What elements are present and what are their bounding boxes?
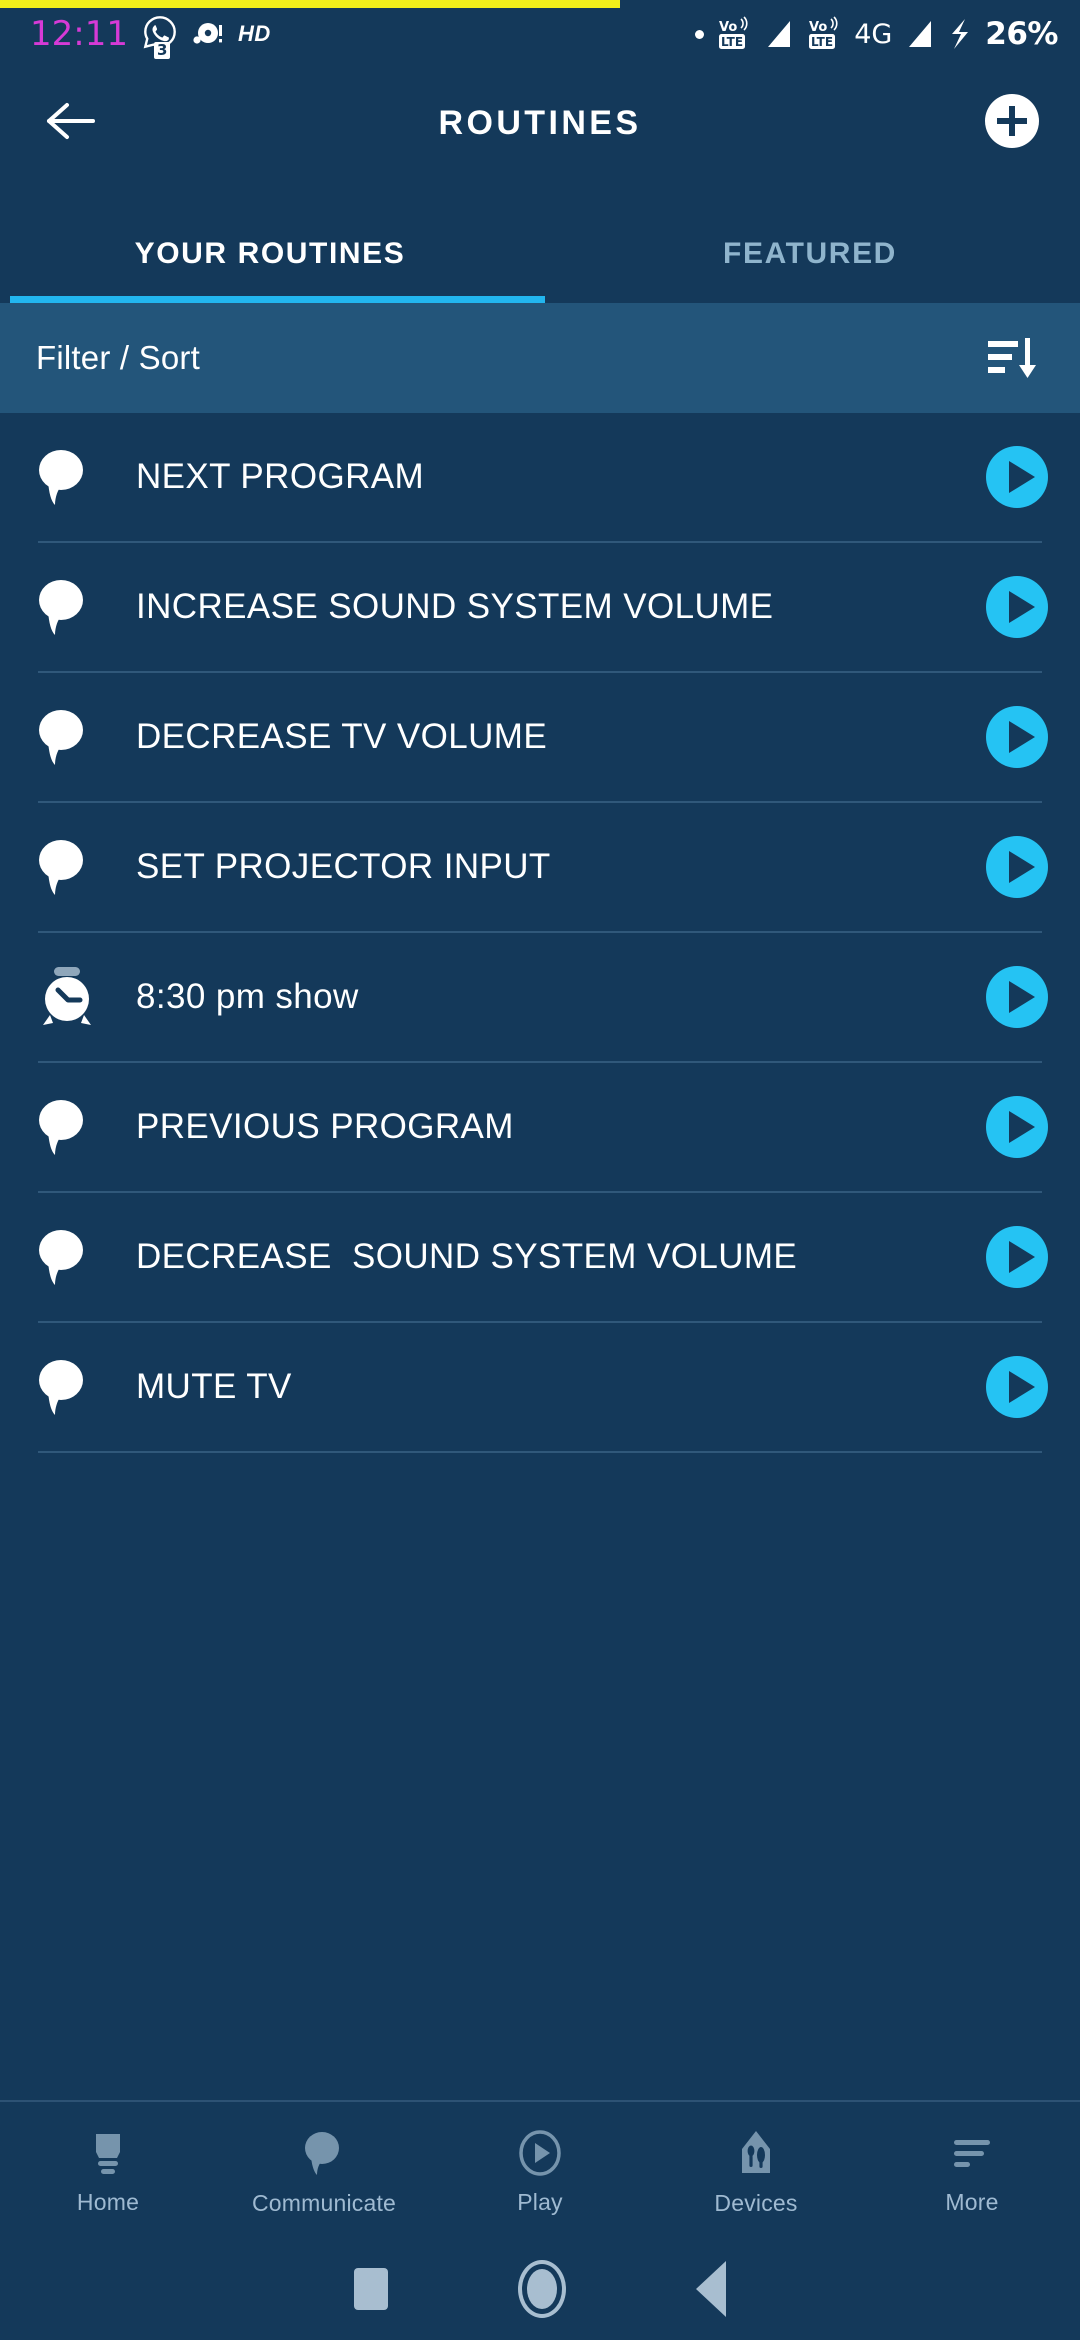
play-icon[interactable] bbox=[984, 834, 1050, 900]
speech-bubble-icon bbox=[301, 2129, 347, 2182]
speech-bubble-icon bbox=[36, 1357, 112, 1417]
routine-label: PREVIOUS PROGRAM bbox=[136, 1107, 514, 1146]
status-clock: 12:11 bbox=[30, 14, 128, 54]
whatsapp-icon: 3 bbox=[142, 14, 178, 59]
routine-label: 8:30 pm show bbox=[136, 977, 359, 1016]
nav-item-devices[interactable]: Devices bbox=[648, 2129, 864, 2217]
nav-label-play: Play bbox=[517, 2188, 563, 2215]
svg-text:LTE: LTE bbox=[721, 35, 743, 49]
svg-text:LTE: LTE bbox=[811, 35, 833, 49]
alarm-clock-icon bbox=[36, 965, 112, 1029]
svg-text:Vo: Vo bbox=[809, 20, 827, 35]
triangle-back-icon[interactable] bbox=[696, 2260, 726, 2317]
nav-item-play[interactable]: Play bbox=[432, 2129, 648, 2216]
volte-icon-2: Vo LTE bbox=[807, 16, 841, 52]
screen-record-icon bbox=[192, 20, 224, 48]
circle-home-icon[interactable] bbox=[518, 2259, 566, 2318]
speech-bubble-icon bbox=[36, 837, 112, 897]
tab-featured[interactable]: FEATURED bbox=[540, 237, 1080, 303]
svg-text:Vo: Vo bbox=[719, 20, 737, 35]
speech-bubble-icon bbox=[36, 707, 112, 767]
square-recents-icon[interactable] bbox=[354, 2267, 388, 2310]
play-icon[interactable] bbox=[984, 444, 1050, 510]
sort-descending-icon[interactable] bbox=[984, 330, 1044, 386]
row-divider bbox=[38, 1451, 1042, 1453]
routine-row[interactable]: PREVIOUS PROGRAM bbox=[0, 1063, 1080, 1191]
play-icon[interactable] bbox=[984, 1354, 1050, 1420]
android-navigation-bar bbox=[0, 2237, 1080, 2340]
status-bar: 12:11 3 HD Vo LTE Vo LTE 4G 26% bbox=[0, 0, 1080, 68]
nav-label-home: Home bbox=[76, 2188, 140, 2215]
echo-device-icon bbox=[85, 2130, 131, 2181]
signal-icon bbox=[764, 18, 794, 50]
play-circle-icon bbox=[517, 2129, 563, 2181]
nav-label-devices: Devices bbox=[714, 2189, 798, 2216]
play-icon[interactable] bbox=[984, 704, 1050, 770]
hamburger-more-icon bbox=[949, 2130, 995, 2181]
app-screen: 12:11 3 HD Vo LTE Vo LTE 4G 26% ROUTINES… bbox=[0, 0, 1080, 2340]
nav-item-home[interactable]: Home bbox=[0, 2130, 216, 2216]
volte-icon: Vo LTE bbox=[717, 16, 751, 52]
nav-item-communicate[interactable]: Communicate bbox=[216, 2129, 432, 2217]
speech-bubble-icon bbox=[36, 577, 112, 637]
hd-icon: HD bbox=[237, 21, 271, 46]
routine-label: MUTE TV bbox=[136, 1367, 292, 1406]
devices-icon bbox=[733, 2129, 779, 2182]
circle-home-inner bbox=[527, 2268, 557, 2309]
status-bar-right: Vo LTE Vo LTE 4G 26% bbox=[695, 16, 1058, 52]
filter-sort-bar[interactable]: Filter / Sort bbox=[0, 303, 1080, 413]
bottom-navigation: Home Communicate Play Devices More bbox=[0, 2100, 1080, 2237]
speech-bubble-icon bbox=[36, 1227, 112, 1287]
play-icon[interactable] bbox=[984, 1224, 1050, 1290]
signal-icon-2 bbox=[905, 18, 935, 50]
routine-label: DECREASE SOUND SYSTEM VOLUME bbox=[136, 1237, 798, 1276]
routine-row[interactable]: DECREASE SOUND SYSTEM VOLUME bbox=[0, 1193, 1080, 1321]
routine-label: INCREASE SOUND SYSTEM VOLUME bbox=[136, 587, 774, 626]
play-icon[interactable] bbox=[984, 964, 1050, 1030]
routine-row[interactable]: NEXT PROGRAM bbox=[0, 413, 1080, 541]
whatsapp-badge: 3 bbox=[153, 42, 171, 59]
play-icon[interactable] bbox=[984, 574, 1050, 640]
speech-bubble-icon bbox=[36, 1097, 112, 1157]
speech-bubble-icon bbox=[36, 447, 112, 507]
play-icon[interactable] bbox=[984, 1094, 1050, 1160]
nav-label-communicate: Communicate bbox=[251, 2189, 397, 2216]
nav-item-more[interactable]: More bbox=[864, 2130, 1080, 2216]
charging-bolt-icon bbox=[948, 17, 972, 51]
routine-row[interactable]: 8:30 pm show bbox=[0, 933, 1080, 1061]
tab-bar: YOUR ROUTINES FEATURED bbox=[0, 178, 1080, 303]
network-type-label: 4G bbox=[854, 18, 893, 50]
app-header: ROUTINES bbox=[0, 68, 1080, 178]
routine-row[interactable]: SET PROJECTOR INPUT bbox=[0, 803, 1080, 931]
page-title: ROUTINES bbox=[438, 103, 642, 142]
dot-icon bbox=[695, 29, 705, 39]
routine-label: SET PROJECTOR INPUT bbox=[136, 847, 551, 886]
filter-sort-label: Filter / Sort bbox=[36, 339, 200, 376]
tab-your-routines[interactable]: YOUR ROUTINES bbox=[0, 237, 540, 303]
nav-label-more: More bbox=[945, 2188, 999, 2215]
routine-row[interactable]: MUTE TV bbox=[0, 1323, 1080, 1451]
tab-active-indicator bbox=[10, 296, 545, 303]
routine-row[interactable]: INCREASE SOUND SYSTEM VOLUME bbox=[0, 543, 1080, 671]
status-bar-left: 12:11 3 HD bbox=[30, 14, 271, 59]
routines-list[interactable]: NEXT PROGRAM INCREASE SOUND SYSTEM VOLUM… bbox=[0, 413, 1080, 2100]
routine-label: DECREASE TV VOLUME bbox=[136, 717, 548, 756]
battery-percent-label: 26% bbox=[985, 16, 1058, 52]
routine-row[interactable]: DECREASE TV VOLUME bbox=[0, 673, 1080, 801]
routine-label: NEXT PROGRAM bbox=[136, 457, 425, 496]
